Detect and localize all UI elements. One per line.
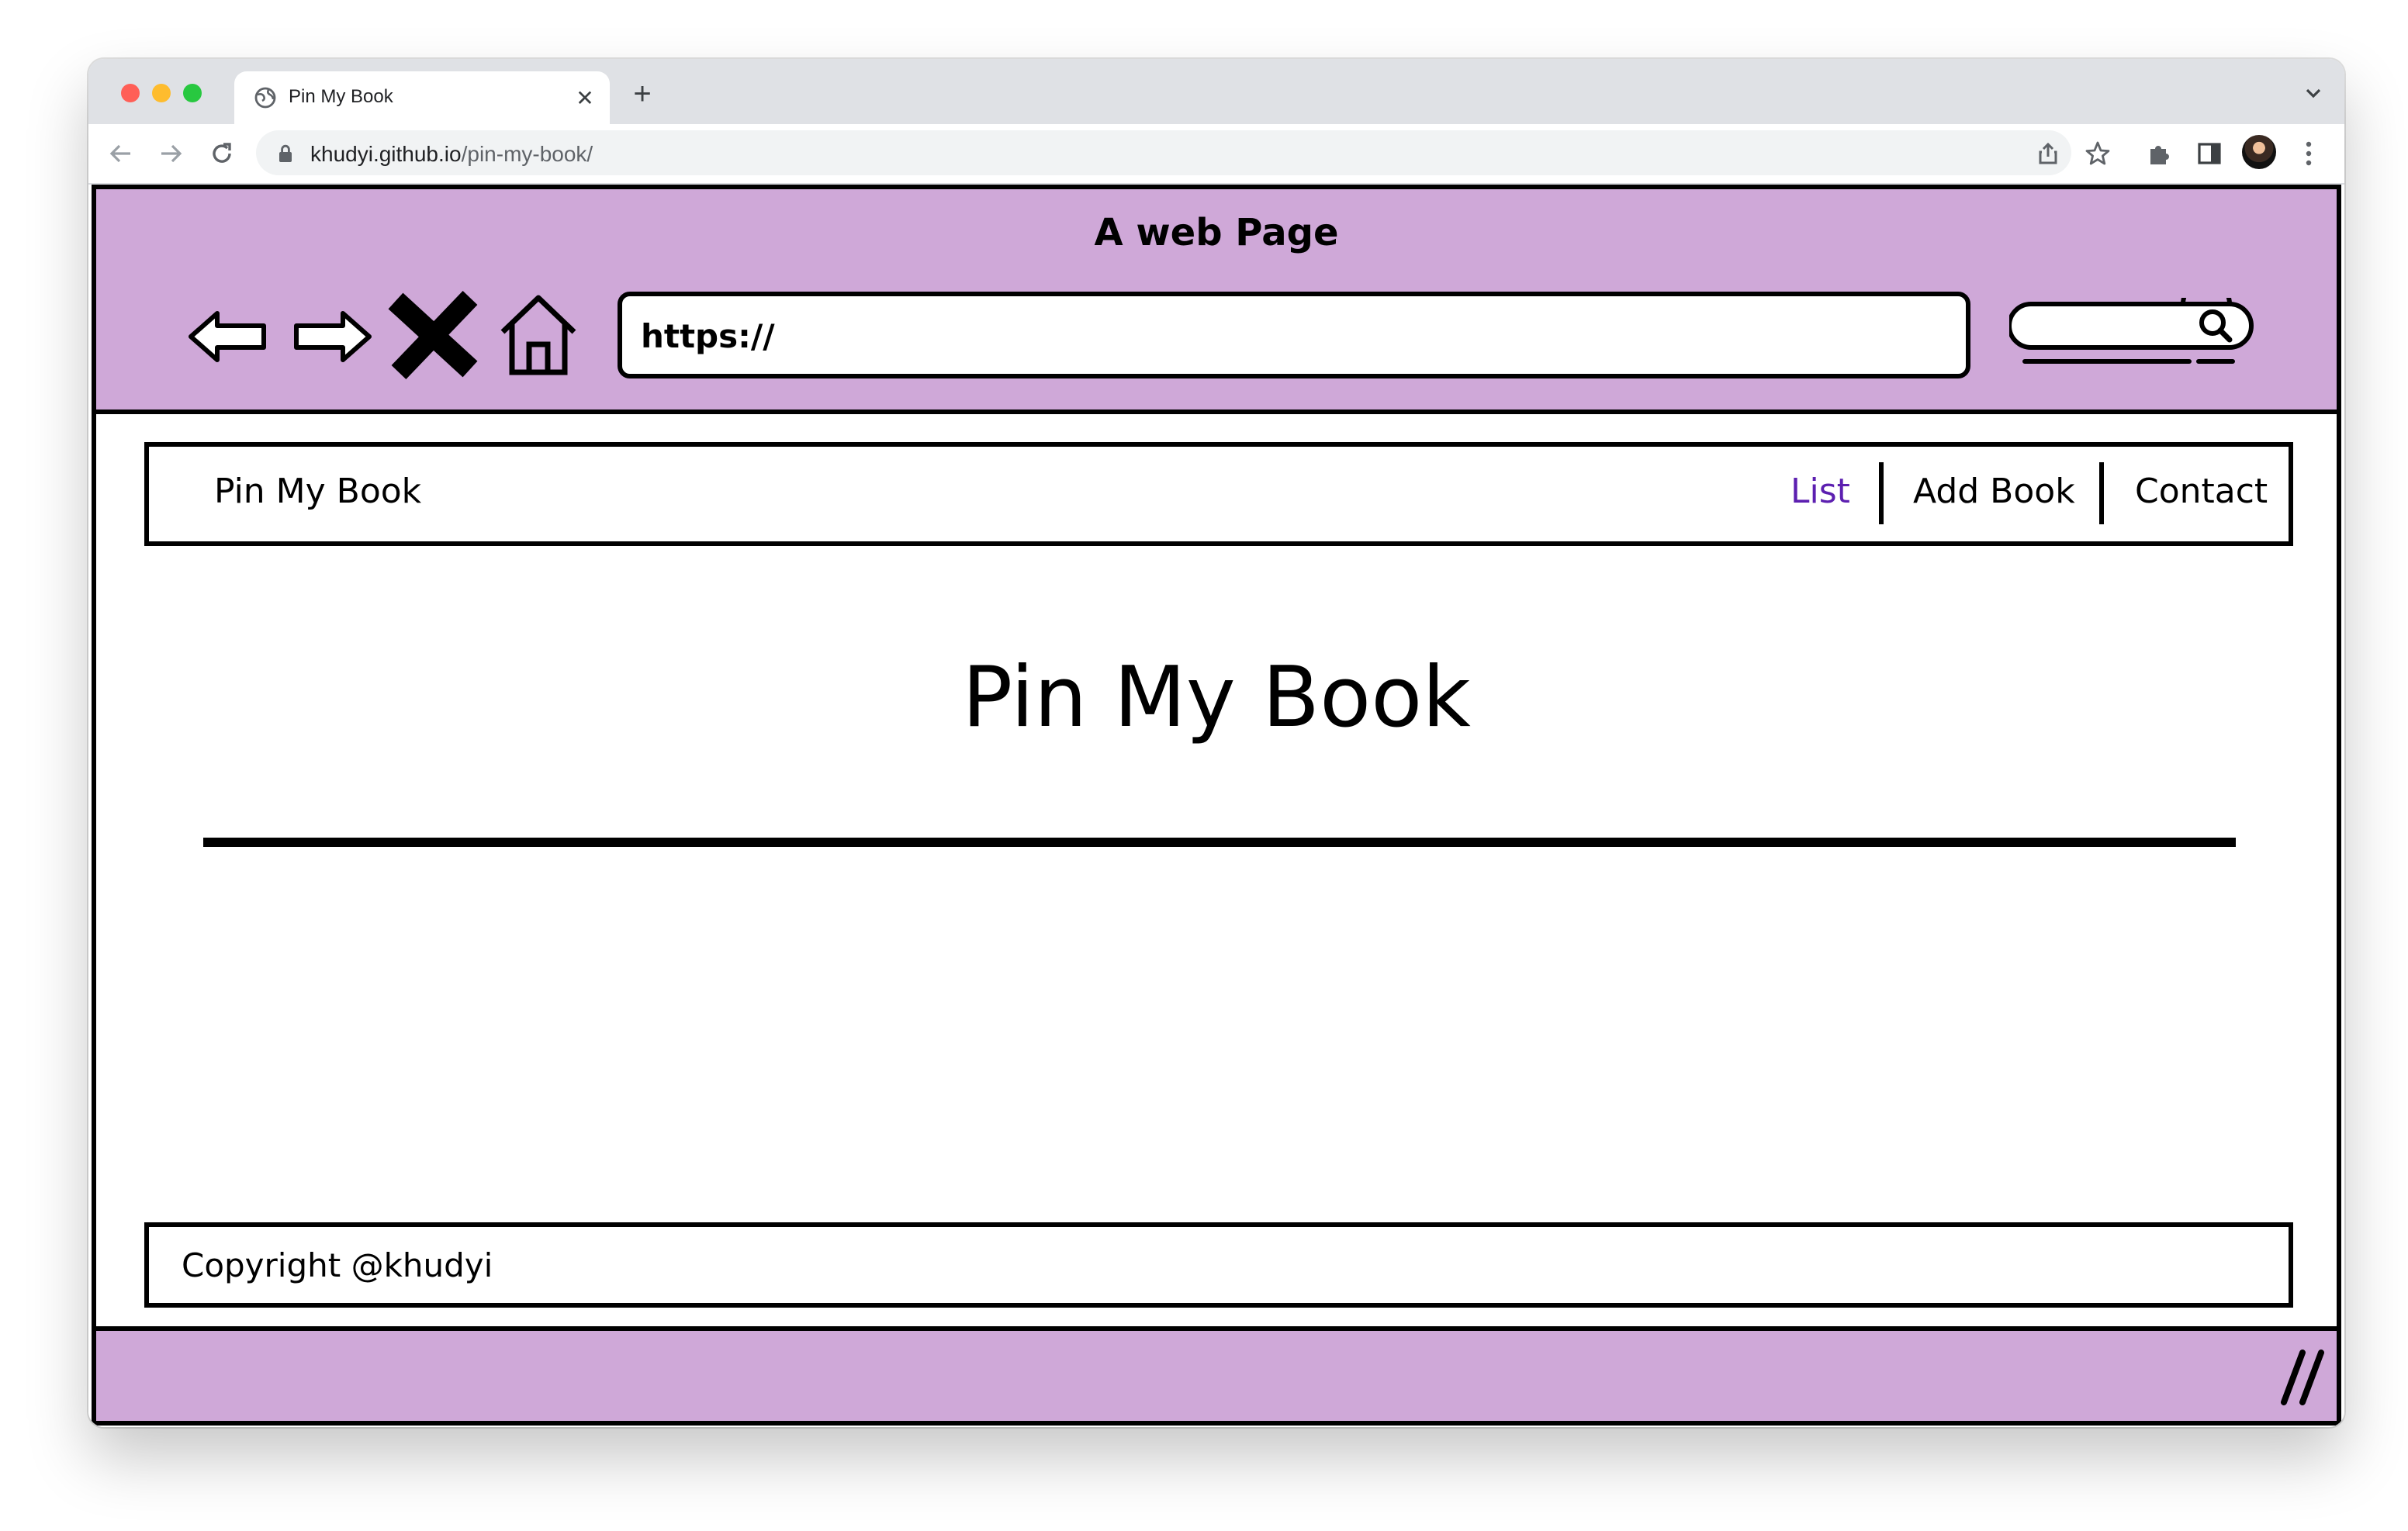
tab-strip: Pin My Book ✕ +	[88, 59, 2344, 124]
chevron-down-icon[interactable]	[2304, 84, 2323, 102]
bookmark-star-icon[interactable]	[2084, 140, 2112, 168]
nav-divider	[2099, 462, 2104, 524]
plus-icon[interactable]: +	[628, 79, 656, 110]
heading-divider	[203, 838, 2236, 847]
browser-toolbar: khudyi.github.io/pin-my-book/	[88, 124, 2344, 185]
sketch-title: A web Page	[1094, 211, 1339, 254]
address-path: /pin-my-book/	[461, 141, 593, 166]
stop-x-icon[interactable]	[386, 289, 483, 382]
sketch-url-input[interactable]: https://	[618, 292, 1970, 378]
forward-arrow-icon[interactable]	[157, 140, 185, 168]
copyright-text: Copyright @khudyi	[182, 1247, 493, 1284]
close-icon[interactable]: ✕	[573, 85, 597, 110]
more-menu-icon[interactable]	[2304, 138, 2313, 169]
home-icon[interactable]	[496, 292, 580, 378]
back-arrow-icon[interactable]	[107, 140, 135, 168]
window-close-button[interactable]	[121, 84, 140, 102]
address-url: khudyi.github.io/pin-my-book/	[310, 141, 593, 166]
window-minimize-button[interactable]	[152, 84, 171, 102]
sketch-url-text: https://	[641, 318, 775, 355]
sketch-status-bar	[96, 1326, 2337, 1421]
side-panel-icon[interactable]	[2195, 140, 2223, 168]
page-viewport: A web Page https:// Pin My Book List Add…	[88, 185, 2344, 1427]
window-zoom-button[interactable]	[183, 84, 202, 102]
browser-window: Pin My Book ✕ + khudyi.github.io/pin-my-…	[88, 59, 2344, 1427]
sketch-header: A web Page https://	[96, 189, 2337, 414]
nav-link-contact[interactable]: Contact	[2135, 473, 2268, 512]
globe-icon	[254, 87, 276, 109]
site-navbar: Pin My Book List Add Book Contact	[144, 442, 2293, 546]
search-icon[interactable]	[2009, 298, 2258, 372]
page-heading: Pin My Book	[962, 648, 1471, 746]
address-bar[interactable]: khudyi.github.io/pin-my-book/	[256, 130, 2071, 175]
back-arrow-icon[interactable]	[186, 306, 270, 368]
resize-grip-icon[interactable]	[2275, 1346, 2330, 1408]
profile-avatar[interactable]	[2242, 135, 2276, 169]
screen: Pin My Book ✕ + khudyi.github.io/pin-my-…	[0, 0, 2408, 1531]
nav-divider	[1879, 462, 1884, 524]
tab-pin-my-book[interactable]: Pin My Book ✕	[234, 71, 610, 124]
forward-arrow-icon[interactable]	[290, 306, 374, 368]
address-host: khudyi.github.io	[310, 141, 462, 166]
nav-link-list[interactable]: List	[1790, 473, 1850, 512]
tab-title: Pin My Book	[289, 85, 393, 107]
lock-icon	[279, 144, 292, 162]
extensions-puzzle-icon[interactable]	[2146, 140, 2174, 168]
nav-link-add-book[interactable]: Add Book	[1913, 473, 2075, 512]
reload-icon[interactable]	[208, 140, 236, 168]
site-footer: Copyright @khudyi	[144, 1222, 2293, 1308]
sketch-browser-frame: A web Page https:// Pin My Book List Add…	[92, 185, 2341, 1426]
site-brand[interactable]: Pin My Book	[214, 473, 421, 512]
share-icon[interactable]	[2034, 140, 2062, 168]
